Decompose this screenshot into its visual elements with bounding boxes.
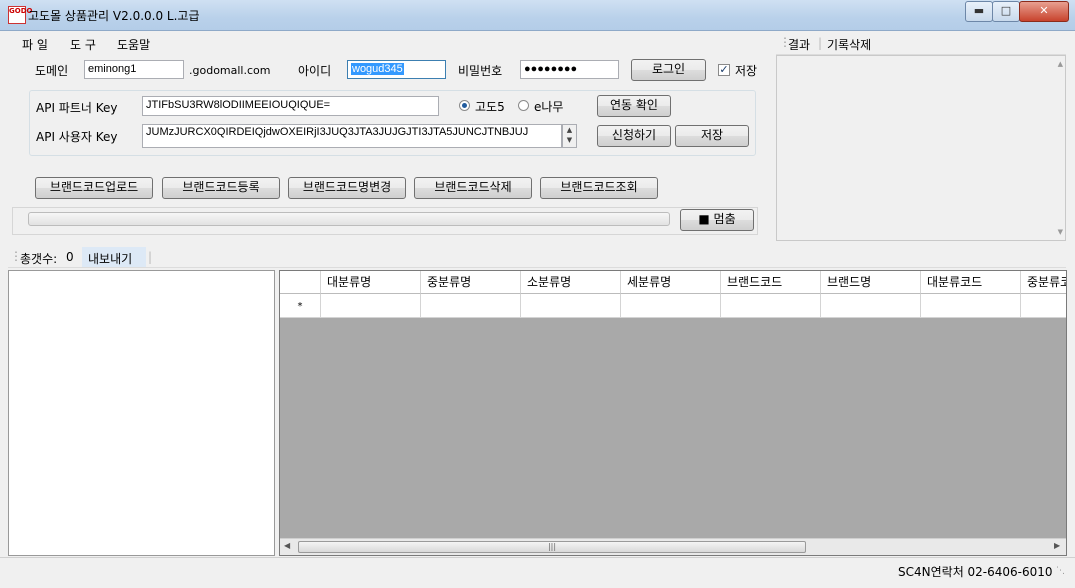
godo5-radio[interactable] xyxy=(459,100,470,111)
domain-suffix: .godomall.com xyxy=(189,64,271,77)
link-check-button[interactable]: 연동 확인 xyxy=(597,95,671,117)
id-input[interactable]: wogud345 xyxy=(347,60,446,79)
id-input-value: wogud345 xyxy=(351,63,404,75)
window-title: 고도몰 상품관리 V2.0.0.0 L.고급 xyxy=(28,9,200,23)
total-count-label: 총갯수: xyxy=(20,252,58,266)
grid-cell[interactable] xyxy=(921,294,1021,318)
toolbar-separator: | xyxy=(148,250,153,264)
grid-cell[interactable] xyxy=(621,294,721,318)
app-icon: GODO xyxy=(8,6,32,24)
domain-input[interactable]: eminong1 xyxy=(84,60,184,79)
brand-rename-button[interactable]: 브랜드코드명변경 xyxy=(288,177,406,199)
col-header[interactable]: 소분류명 xyxy=(521,271,621,294)
results-log[interactable]: ▲ ▼ xyxy=(776,55,1066,241)
col-header[interactable]: 브랜드명 xyxy=(821,271,921,294)
grid-corner-header xyxy=(280,271,321,294)
grid-cell[interactable] xyxy=(1021,294,1066,318)
scroll-down-icon[interactable]: ▼ xyxy=(1058,228,1063,236)
menu-tools[interactable]: 도 구 xyxy=(70,36,96,53)
grid-horizontal-scrollbar[interactable]: ◀ ||| ▶ xyxy=(280,538,1066,555)
brand-grid[interactable]: 대분류명 중분류명 소분류명 세분류명 브랜드코드 브랜드명 대분류코드 중분류… xyxy=(279,270,1067,556)
count-toolbar: ⋮ 총갯수: 0 내보내기 | xyxy=(8,247,1066,268)
toolbar-separator: | xyxy=(818,36,823,50)
password-label: 비밀번호 xyxy=(458,64,503,78)
close-button[interactable]: ✕ xyxy=(1019,1,1069,22)
enamu-radio[interactable] xyxy=(518,100,529,111)
godo5-radio-label: 고도5 xyxy=(475,100,505,114)
col-header[interactable]: 중분류코 xyxy=(1021,271,1066,294)
result-tab[interactable]: 결과 xyxy=(788,36,810,53)
scroll-up-icon[interactable]: ▲ xyxy=(1058,60,1063,68)
login-button[interactable]: 로그인 xyxy=(631,59,706,81)
new-row-marker: * xyxy=(280,294,321,318)
stop-button[interactable]: ■ 멈춤 xyxy=(680,209,754,231)
col-header[interactable]: 중분류명 xyxy=(421,271,521,294)
status-bar: SC4N연락처 02-6406-6010 ⋱ xyxy=(0,557,1075,588)
col-header[interactable]: 브랜드코드 xyxy=(721,271,821,294)
col-header[interactable]: 세분류명 xyxy=(621,271,721,294)
id-label: 아이디 xyxy=(298,64,332,78)
resize-grip-icon[interactable]: ⋱ xyxy=(1056,566,1065,576)
grid-cell[interactable] xyxy=(721,294,821,318)
grid-cell[interactable] xyxy=(321,294,421,318)
grid-cell[interactable] xyxy=(421,294,521,318)
scroll-right-icon[interactable]: ▶ xyxy=(1054,541,1060,550)
contact-info: SC4N연락처 02-6406-6010 xyxy=(898,565,1053,579)
export-label: 내보내기 xyxy=(88,252,133,266)
enamu-radio-label: e나무 xyxy=(534,100,564,114)
apply-button[interactable]: 신청하기 xyxy=(597,125,671,147)
user-key-input[interactable]: JUMzJURCX0QIRDEIQjdwOXEIRjI3JUQ3JTA3JUJG… xyxy=(142,124,562,148)
maximize-button[interactable]: □ xyxy=(992,1,1020,22)
partner-key-input[interactable]: JTIFbSU3RW8lODIIMEEIOUQIQUE= xyxy=(142,96,439,116)
title-bar: GODO 고도몰 상품관리 V2.0.0.0 L.고급 ▬ □ ✕ xyxy=(0,0,1075,31)
grid-cell[interactable] xyxy=(821,294,921,318)
category-list[interactable] xyxy=(8,270,275,556)
domain-label: 도메인 xyxy=(35,64,69,78)
password-input[interactable]: ●●●●●●●● xyxy=(520,60,619,79)
brand-delete-button[interactable]: 브랜드코드삭제 xyxy=(414,177,532,199)
minimize-button[interactable]: ▬ xyxy=(965,1,993,22)
brand-upload-button[interactable]: 브랜드코드업로드 xyxy=(35,177,153,199)
progress-bar xyxy=(28,212,670,226)
user-key-spinner[interactable]: ▲ ▼ xyxy=(562,124,577,148)
scroll-left-icon[interactable]: ◀ xyxy=(284,541,290,550)
menu-help[interactable]: 도움말 xyxy=(117,36,150,53)
save-key-button[interactable]: 저장 xyxy=(675,125,749,147)
brand-register-button[interactable]: 브랜드코드등록 xyxy=(162,177,280,199)
total-count-value: 0 xyxy=(66,250,74,264)
partner-key-label: API 파트너 Key xyxy=(36,101,118,115)
results-toolbar: ⋮ 결과 | 기록삭제 xyxy=(776,33,1066,55)
save-checkbox-label: 저장 xyxy=(735,64,758,78)
scroll-thumb[interactable]: ||| xyxy=(298,541,806,553)
col-header[interactable]: 대분류코드 xyxy=(921,271,1021,294)
brand-query-button[interactable]: 브랜드코드조회 xyxy=(540,177,658,199)
save-checkbox[interactable]: ✓ xyxy=(718,64,730,76)
delete-log-button[interactable]: 기록삭제 xyxy=(827,36,871,53)
grid-cell[interactable] xyxy=(521,294,621,318)
menu-file[interactable]: 파 일 xyxy=(22,36,48,53)
export-button[interactable]: 내보내기 xyxy=(82,247,146,267)
col-header[interactable]: 대분류명 xyxy=(321,271,421,294)
user-key-label: API 사용자 Key xyxy=(36,130,118,144)
